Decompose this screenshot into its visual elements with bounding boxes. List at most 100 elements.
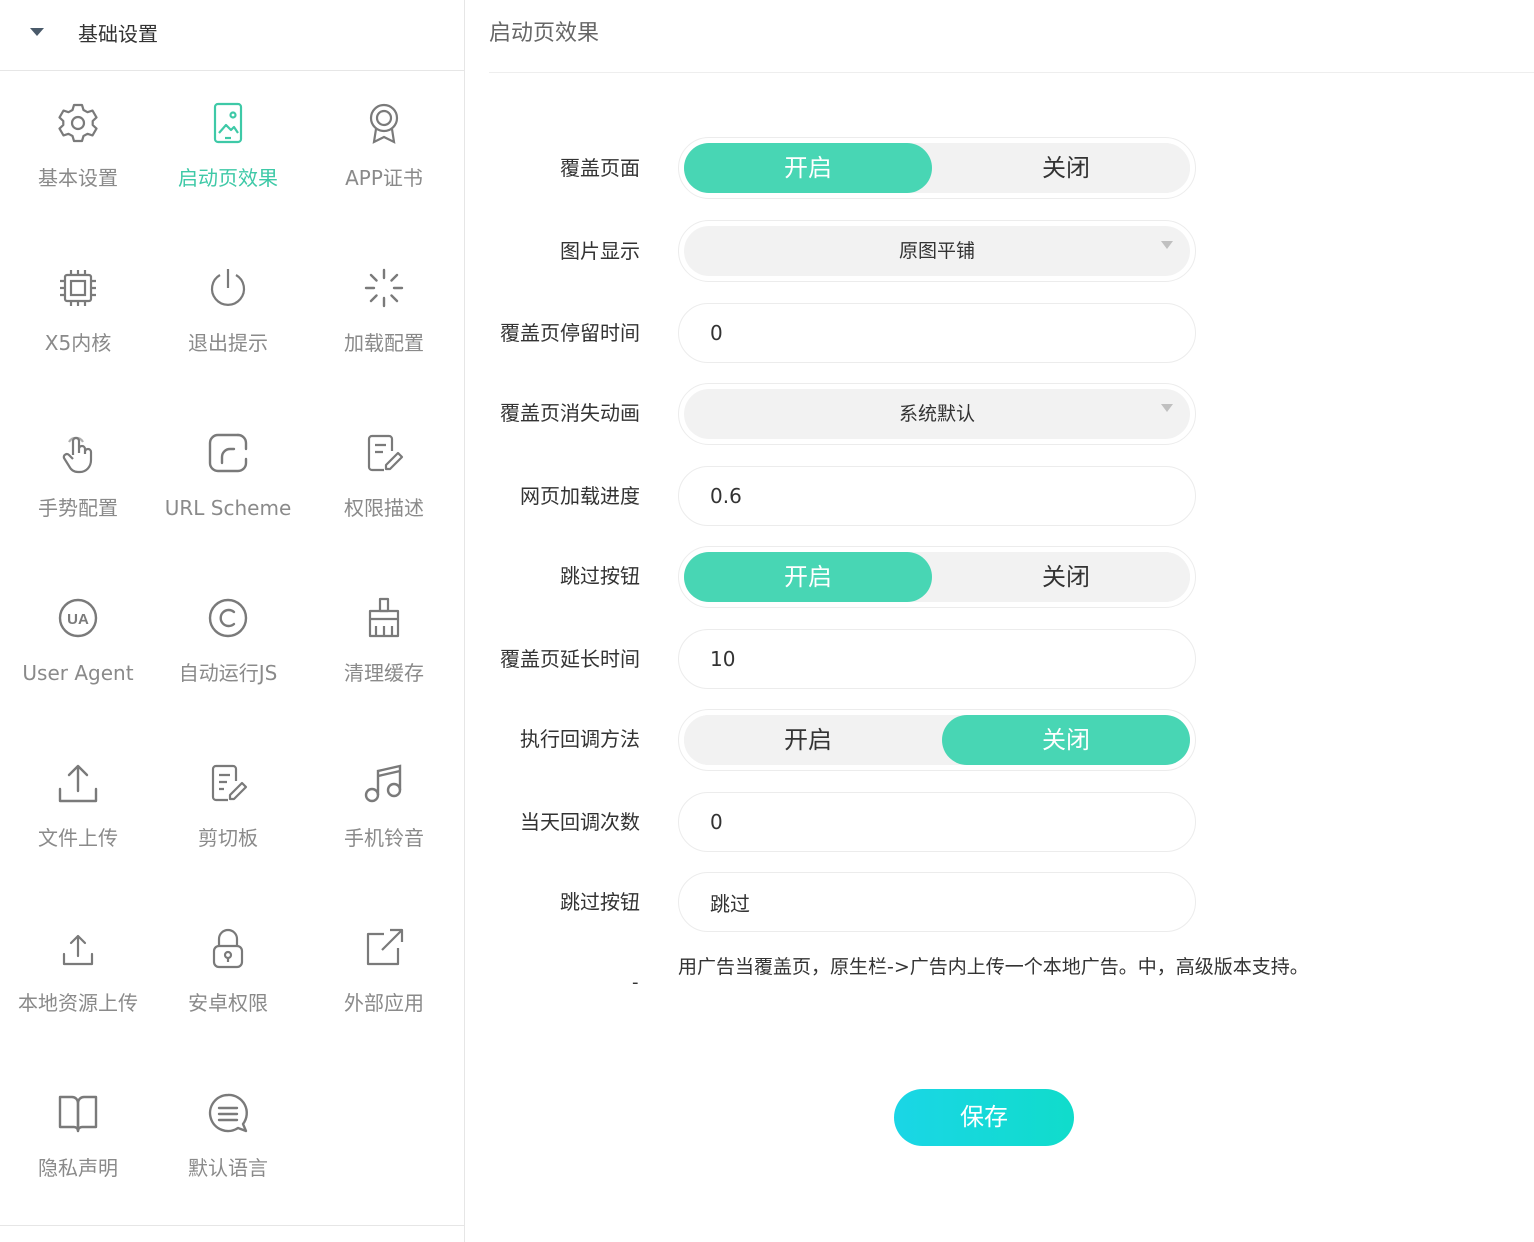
skip-text-input[interactable]: 跳过 [678, 872, 1196, 932]
spinner-icon [364, 268, 404, 308]
chat-lines-icon [208, 1093, 248, 1133]
daily-callbacks-input[interactable]: 0 [678, 792, 1196, 852]
sidebar-item-url-scheme[interactable]: URL Scheme [150, 401, 306, 566]
sidebar-item-label: 安卓权限 [188, 991, 268, 1015]
image-display-label: 图片显示 [560, 239, 640, 263]
clipboard-edit-icon [211, 764, 248, 802]
save-button[interactable]: 保存 [894, 1089, 1074, 1146]
page-title: 启动页效果 [489, 21, 600, 46]
sidebar-item-clear-cache[interactable]: 清理缓存 [306, 566, 462, 731]
main-panel: 启动页效果 覆盖页面 开启 关闭 图片显示 原图平铺 覆盖页停留时间 0 覆盖页… [465, 0, 1534, 1242]
sidebar-item-label: 清理缓存 [344, 661, 424, 685]
image-display-select[interactable]: 原图平铺 [678, 220, 1196, 282]
skip-button-off-option[interactable]: 关闭 [942, 552, 1190, 602]
divider [489, 72, 1534, 73]
sidebar-item-user-agent[interactable]: UA User Agent [0, 566, 156, 731]
divider [0, 1225, 464, 1226]
sidebar-item-label: 基本设置 [38, 166, 118, 190]
daily-callbacks-label: 当天回调次数 [520, 810, 640, 834]
callback-toggle: 开启 关闭 [678, 709, 1196, 771]
sidebar-item-local-resource-upload[interactable]: 本地资源上传 [0, 896, 156, 1061]
extend-time-label: 覆盖页延长时间 [500, 647, 640, 671]
sidebar-item-auto-run-js[interactable]: 自动运行JS [150, 566, 306, 731]
cover-page-label: 覆盖页面 [560, 156, 640, 180]
cover-page-toggle: 开启 关闭 [678, 137, 1196, 199]
cover-page-on-option[interactable]: 开启 [684, 143, 932, 193]
upload-small-icon [62, 934, 94, 966]
music-note-icon [364, 764, 402, 803]
load-progress-label: 网页加载进度 [520, 484, 640, 508]
lock-icon [212, 928, 244, 969]
sidebar-item-x5-kernel[interactable]: X5内核 [0, 236, 156, 401]
sidebar-item-external-apps[interactable]: 外部应用 [306, 896, 462, 1061]
sidebar-item-basic-settings[interactable]: 基本设置 [0, 71, 156, 236]
sidebar-item-android-permissions[interactable]: 安卓权限 [150, 896, 306, 1061]
sidebar-item-label: APP证书 [345, 166, 423, 190]
sidebar-header-title: 基础设置 [78, 22, 158, 46]
disappear-anim-label: 覆盖页消失动画 [500, 401, 640, 425]
skip-text-label: 跳过按钮 [560, 890, 640, 914]
sidebar-item-default-language[interactable]: 默认语言 [150, 1061, 306, 1226]
power-icon [210, 269, 246, 306]
copyright-icon [208, 598, 248, 638]
caret-down-icon [30, 28, 44, 36]
callback-label: 执行回调方法 [520, 727, 640, 751]
note-dash: - [632, 972, 639, 993]
ua-icon: UA [58, 598, 98, 638]
sidebar-item-label: 隐私声明 [38, 1156, 118, 1180]
skip-button-on-option[interactable]: 开启 [684, 552, 932, 602]
sidebar-item-label: 自动运行JS [178, 661, 278, 685]
chip-icon [60, 270, 96, 306]
chevron-down-icon [1161, 241, 1173, 249]
callback-off-option[interactable]: 关闭 [942, 715, 1190, 765]
sidebar-item-permission-description[interactable]: 权限描述 [306, 401, 462, 566]
ad-note-text: 用广告当覆盖页，原生栏->广告内上传一个本地广告。中，高级版本支持。 [678, 956, 1309, 978]
sidebar-item-splash-effect[interactable]: 启动页效果 [150, 71, 306, 236]
load-progress-input[interactable]: 0.6 [678, 466, 1196, 526]
callback-on-option[interactable]: 开启 [684, 715, 932, 765]
daily-callbacks-value: 0 [710, 810, 723, 834]
sidebar-item-ringtone[interactable]: 手机铃音 [306, 731, 462, 896]
disappear-anim-select[interactable]: 系统默认 [678, 383, 1196, 445]
sidebar-item-label: User Agent [22, 661, 134, 685]
sidebar-item-exit-prompt[interactable]: 退出提示 [150, 236, 306, 401]
cover-page-off-option[interactable]: 关闭 [942, 143, 1190, 193]
stay-time-value: 0 [710, 321, 723, 345]
skip-button-toggle: 开启 关闭 [678, 546, 1196, 608]
stay-time-input[interactable]: 0 [678, 303, 1196, 363]
disappear-anim-value: 系统默认 [898, 403, 975, 425]
sidebar-item-app-certificate[interactable]: APP证书 [306, 71, 462, 236]
sidebar-item-label: URL Scheme [164, 496, 292, 520]
skip-text-value: 跳过 [710, 892, 750, 916]
sidebar-item-gesture-config[interactable]: 手势配置 [0, 401, 156, 566]
sidebar-item-label: 默认语言 [188, 1156, 268, 1180]
sidebar-item-label: 本地资源上传 [18, 991, 138, 1015]
external-link-icon [366, 928, 404, 966]
sidebar-item-label: 权限描述 [344, 496, 424, 520]
sidebar: 基础设置 基本设置 启动页效果 APP证书 X5内核 退出提示 加载配置 手势配… [0, 0, 465, 1242]
sidebar-item-clipboard[interactable]: 剪切板 [150, 731, 306, 896]
sidebar-item-label: X5内核 [44, 331, 112, 355]
skip-button-label: 跳过按钮 [560, 564, 640, 588]
sidebar-item-label: 手机铃音 [344, 826, 424, 850]
sidebar-item-label: 手势配置 [38, 496, 118, 520]
gear-icon [58, 103, 98, 143]
sidebar-item-label: 启动页效果 [178, 166, 278, 190]
image-display-value: 原图平铺 [898, 240, 975, 262]
sidebar-item-load-config[interactable]: 加载配置 [306, 236, 462, 401]
sidebar-item-label: 剪切板 [198, 826, 258, 850]
sidebar-item-privacy-statement[interactable]: 隐私声明 [0, 1061, 156, 1226]
load-progress-value: 0.6 [710, 484, 742, 508]
sidebar-item-label: 退出提示 [188, 331, 268, 355]
stay-time-label: 覆盖页停留时间 [500, 321, 640, 345]
extend-time-input[interactable]: 10 [678, 629, 1196, 689]
sidebar-item-label: 加载配置 [344, 331, 424, 355]
sidebar-header[interactable]: 基础设置 [0, 0, 464, 71]
phone-image-icon [213, 102, 243, 144]
svg-text:UA: UA [67, 611, 89, 628]
sidebar-item-file-upload[interactable]: 文件上传 [0, 731, 156, 896]
chevron-down-icon [1161, 404, 1173, 412]
extend-time-value: 10 [710, 647, 736, 671]
document-edit-icon [367, 434, 404, 472]
hand-pointer-icon [62, 436, 93, 474]
